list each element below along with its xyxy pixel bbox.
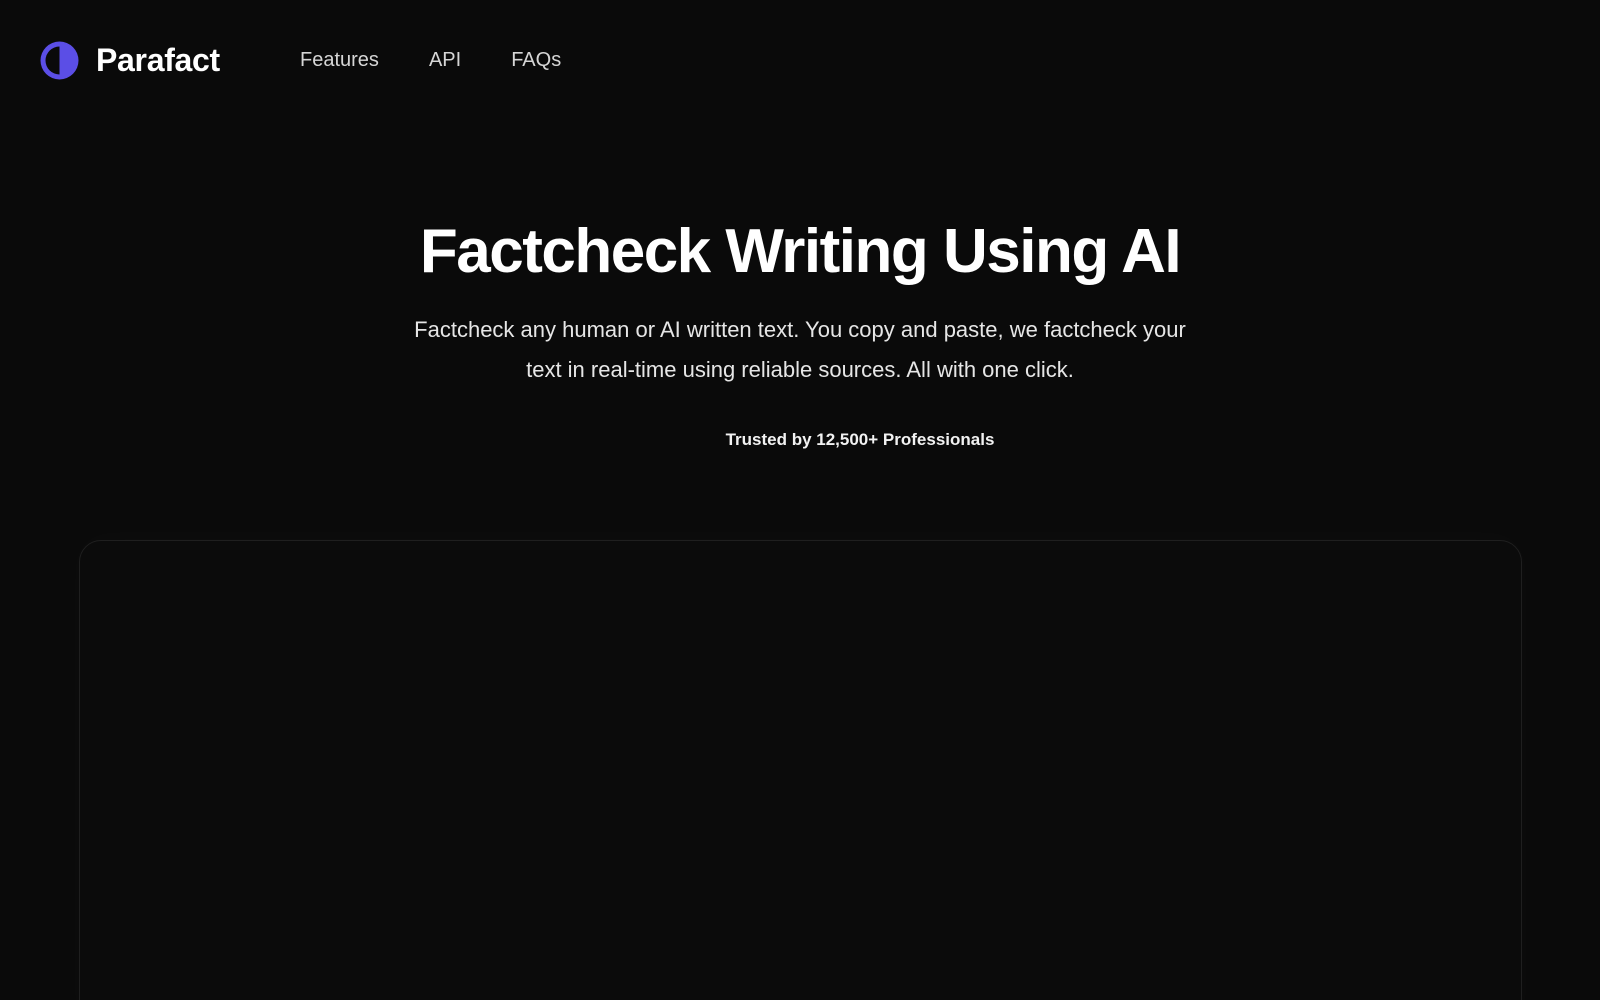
trusted-by-text: Trusted by 12,500+ Professionals xyxy=(725,430,995,449)
site-header: Parafact Features API FAQs xyxy=(0,0,1600,120)
hero-title: Factcheck Writing Using AI xyxy=(419,217,1182,286)
half-circle-logo-icon xyxy=(39,40,80,81)
nav-link-features[interactable]: Features xyxy=(300,46,379,74)
nav-link-faqs[interactable]: FAQs xyxy=(511,46,561,74)
brand-home-link[interactable]: Parafact xyxy=(39,38,220,82)
nav-link-api[interactable]: API xyxy=(429,46,461,74)
product-preview-frame xyxy=(79,540,1522,1000)
brand-name: Parafact xyxy=(96,42,220,78)
main-nav: Features API FAQs xyxy=(300,46,561,74)
landing-page: Parafact Features API FAQs Factcheck Wri… xyxy=(0,0,1600,1000)
hero-subtitle: Factcheck any human or AI written text. … xyxy=(414,317,1186,382)
